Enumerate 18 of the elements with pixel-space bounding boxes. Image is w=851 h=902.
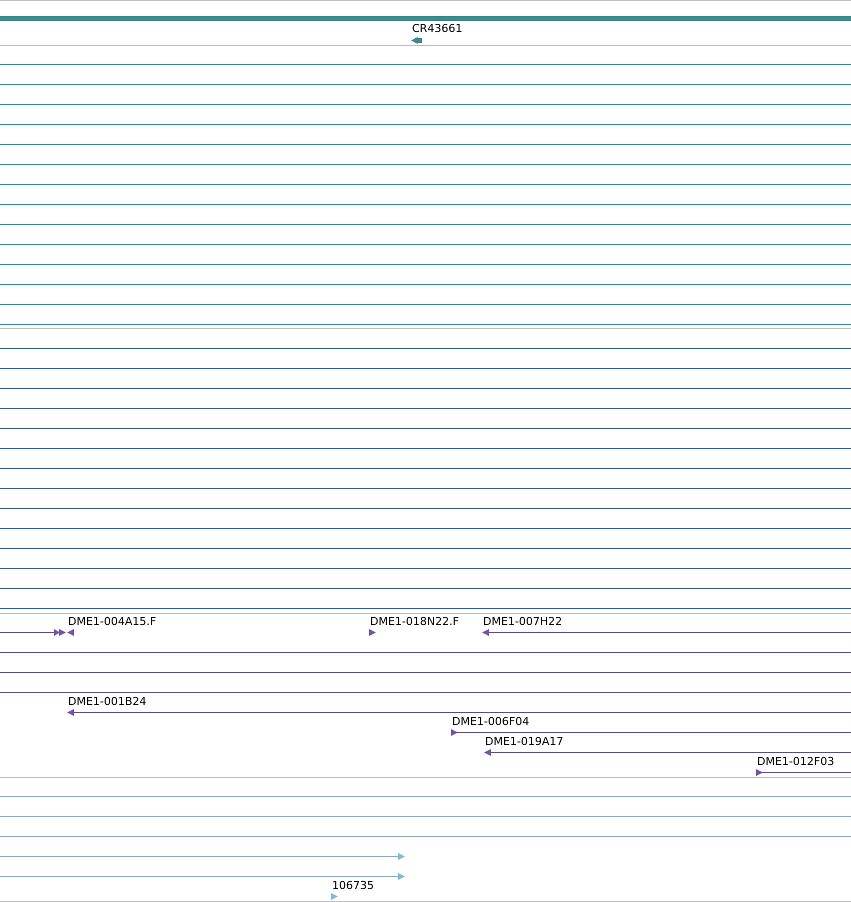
- feature-label: DME1-019A17: [485, 736, 564, 748]
- feature-arrow-drawing[interactable]: [756, 769, 851, 776]
- feature-arrow-drawing[interactable]: [484, 749, 851, 756]
- feature-arrow-drawing[interactable]: [482, 629, 851, 636]
- feature-arrow-drawing[interactable]: [67, 709, 851, 716]
- feature-label: DME1-018N22.F: [370, 616, 459, 628]
- feature-arrow-drawing[interactable]: [451, 729, 851, 736]
- feature-label: CR43661: [412, 23, 462, 35]
- feature-label: 106735: [332, 880, 374, 892]
- feature-arrow-drawing[interactable]: [411, 37, 422, 44]
- feature-label: DME1-006F04: [452, 716, 530, 728]
- feature-label: DME1-004A15.F: [68, 616, 156, 628]
- feature-label: DME1-012F03: [757, 756, 834, 768]
- feature-label: DME1-007H22: [483, 616, 562, 628]
- feature-arrow-drawing[interactable]: [67, 629, 74, 636]
- feature-label: DME1-001B24: [68, 696, 146, 708]
- feature-arrow-drawing[interactable]: [369, 629, 376, 636]
- arrow-drawing: [0, 629, 66, 636]
